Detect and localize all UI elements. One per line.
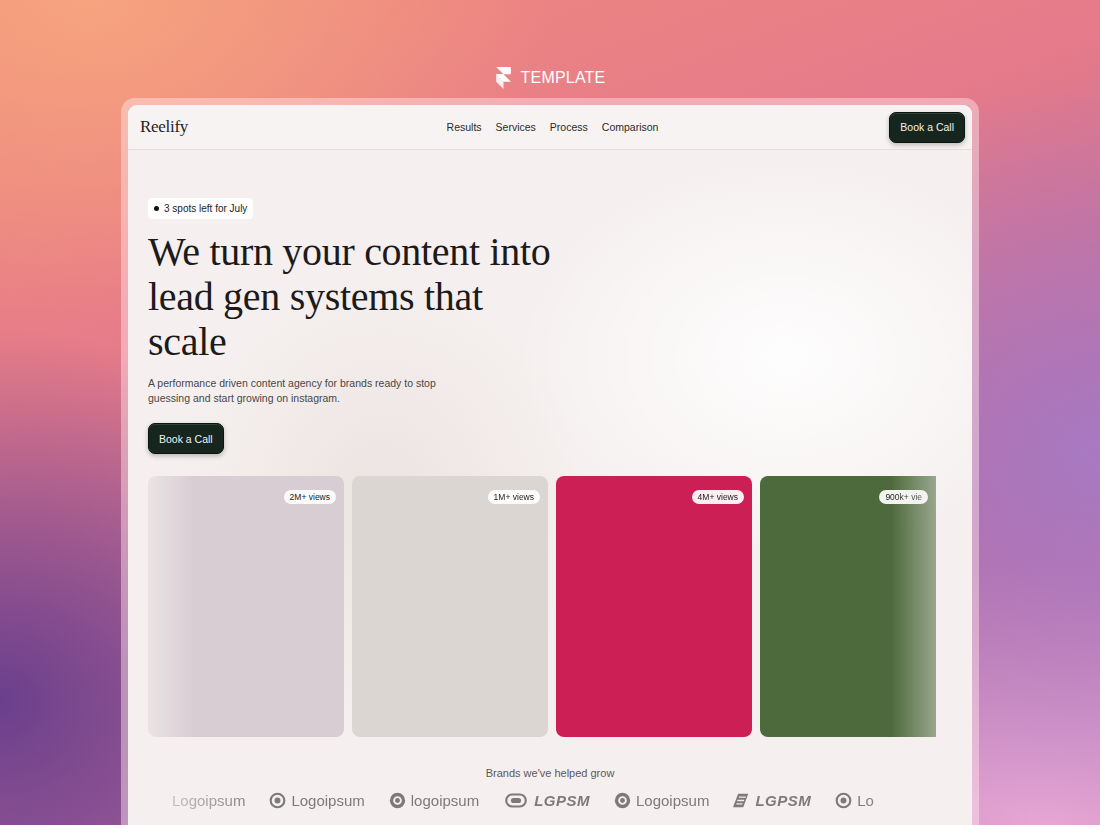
brand-logo-name: logoipsum bbox=[411, 792, 479, 809]
brand-logo-item: LGPSM bbox=[503, 792, 590, 809]
brand-logo-item: logoipsum bbox=[389, 792, 479, 809]
nav-actions: Book a Call bbox=[658, 112, 965, 143]
nav-link[interactable]: Comparison bbox=[602, 121, 659, 133]
brand-logo-name: Logoipsum bbox=[636, 792, 709, 809]
result-card[interactable]: 1M+ views bbox=[352, 476, 548, 737]
hero-cta: Book a Call bbox=[148, 423, 224, 454]
circle-logo-icon bbox=[614, 792, 631, 809]
brand-logo-item: LGPSM bbox=[733, 792, 811, 809]
status-dot bbox=[154, 206, 159, 211]
nav-link[interactable]: Results bbox=[447, 121, 482, 133]
result-card[interactable]: 900k+ vie bbox=[760, 476, 936, 737]
brand-logo-item: Logoipsum bbox=[269, 792, 364, 809]
circle-logo-icon bbox=[389, 792, 406, 809]
pill-logo-icon bbox=[503, 792, 529, 809]
landing-page: ReelifyResults Services Process Comparison B… bbox=[128, 105, 972, 825]
brands-title: Brands we've helped grow bbox=[486, 767, 615, 779]
nav-link[interactable]: Process bbox=[550, 121, 588, 133]
views-badge: 900k+ vie bbox=[879, 490, 928, 504]
hero-title: We turn your content into lead gen syste… bbox=[148, 229, 568, 364]
views-badge: 4M+ views bbox=[692, 490, 744, 504]
book-call-button[interactable]: Book a Call bbox=[889, 112, 965, 143]
result-card[interactable]: 2M+ views bbox=[148, 476, 344, 737]
brand-logo-name: Logoipsum bbox=[172, 792, 245, 809]
brand-logos: Logoipsum Logoipsum logoipsum LGPSM Logoipsu… bbox=[150, 792, 950, 809]
brand-logo-name: Lo bbox=[857, 792, 874, 809]
showcase-background: TEMPLATE ReelifyResults Services Process Com… bbox=[0, 0, 1100, 825]
views-badge: 2M+ views bbox=[284, 490, 336, 504]
browser-frame: ReelifyResults Services Process Comparison B… bbox=[121, 98, 979, 825]
hero-subtitle: A performance driven content agency for … bbox=[148, 376, 468, 406]
template-text: TEMPLATE bbox=[521, 69, 606, 87]
top-nav: ReelifyResults Services Process Comparison B… bbox=[128, 105, 972, 150]
result-cards: 2M+ views 1M+ views 4M+ views 900k+ vie bbox=[148, 476, 936, 737]
availability-badge: 3 spots left for July bbox=[148, 198, 253, 219]
brand-logo-item: Lo bbox=[835, 792, 874, 809]
views-badge: 1M+ views bbox=[488, 490, 540, 504]
template-label: TEMPLATE bbox=[495, 0, 606, 98]
hero: 3 spots left for July We turn your conten… bbox=[128, 150, 972, 454]
brand-logo-name: LGPSM bbox=[534, 792, 590, 809]
nav-links: Results Services Process Comparison bbox=[447, 121, 659, 133]
framer-logo-icon bbox=[495, 67, 512, 89]
ring-logo-icon bbox=[269, 792, 286, 809]
brand-logo[interactable]: Reelify bbox=[140, 117, 447, 137]
brand-logo-item: Logoipsum bbox=[172, 792, 245, 809]
brand-logo-name: LGPSM bbox=[755, 792, 811, 809]
brand-logo-name: Logoipsum bbox=[291, 792, 364, 809]
brand-logo-item: Logoipsum bbox=[614, 792, 709, 809]
brands: Brands we've helped growLogoipsumLogoips… bbox=[128, 767, 972, 809]
nav-link[interactable]: Services bbox=[496, 121, 536, 133]
result-card[interactable]: 4M+ views bbox=[556, 476, 752, 737]
hero-book-call-button[interactable]: Book a Call bbox=[148, 423, 224, 454]
stripes-logo-icon bbox=[733, 792, 750, 809]
ring-logo-icon bbox=[835, 792, 852, 809]
availability-text: 3 spots left for July bbox=[164, 203, 247, 214]
